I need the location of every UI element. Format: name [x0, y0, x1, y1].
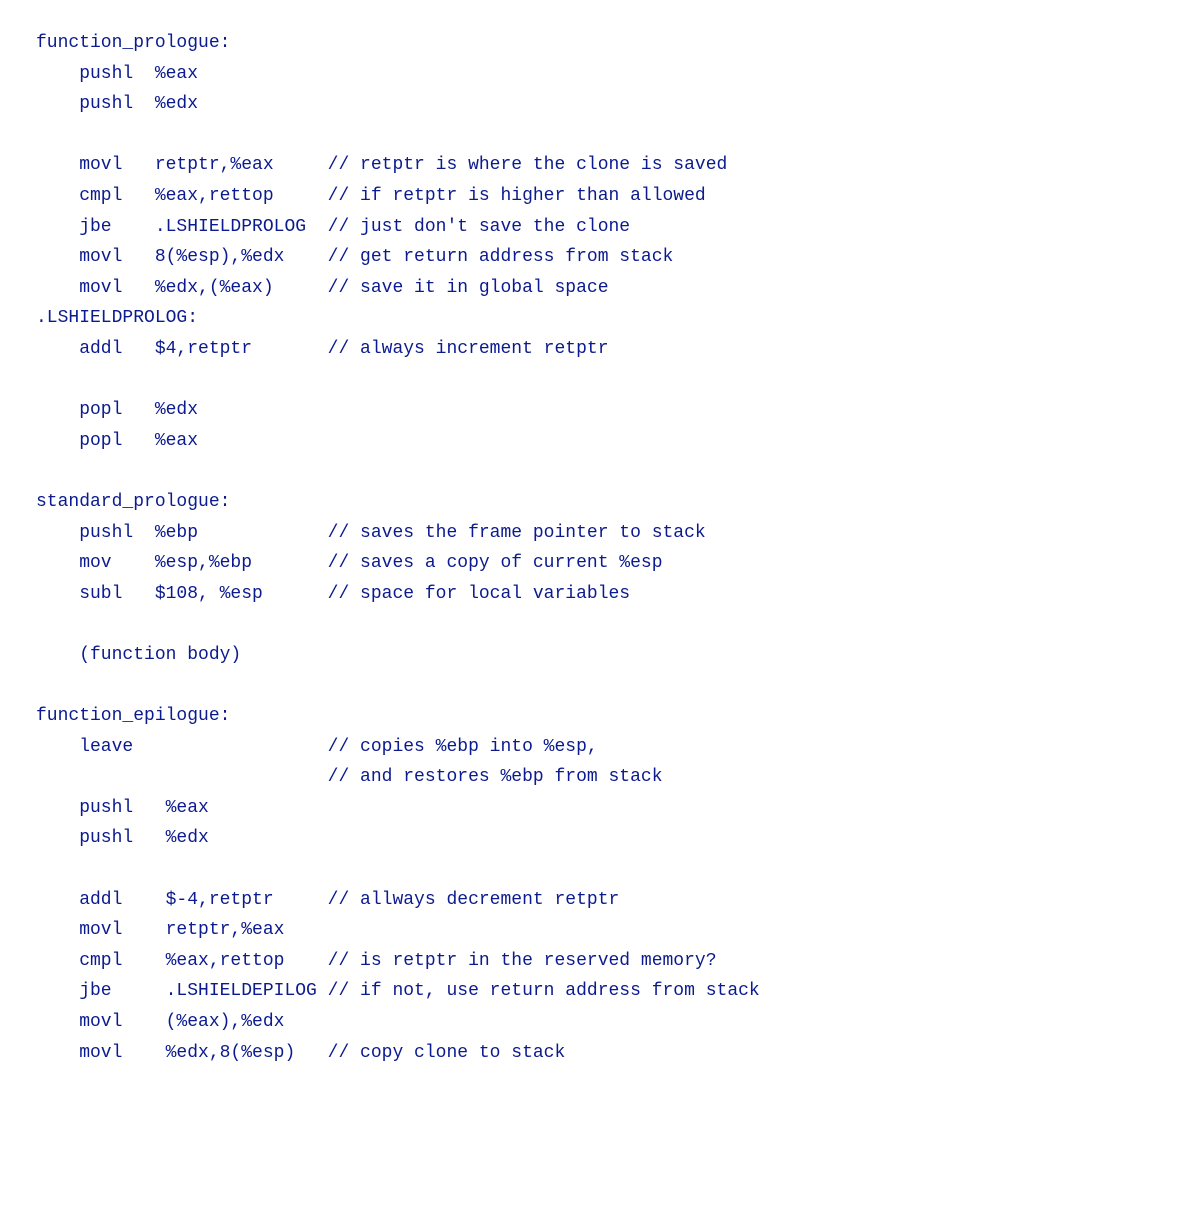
code-line: leave // copies %ebp into %esp, — [36, 732, 1154, 763]
code-line: addl $-4,retptr // allways decrement ret… — [36, 885, 1154, 916]
code-line: mov %esp,%ebp // saves a copy of current… — [36, 548, 1154, 579]
code-line: function_epilogue: — [36, 701, 1154, 732]
code-line: pushl %ebp // saves the frame pointer to… — [36, 518, 1154, 549]
code-line — [36, 609, 1154, 640]
code-line: movl (%eax),%edx — [36, 1007, 1154, 1038]
code-line: movl retptr,%eax // retptr is where the … — [36, 150, 1154, 181]
code-line: movl 8(%esp),%edx // get return address … — [36, 242, 1154, 273]
code-line: popl %eax — [36, 426, 1154, 457]
code-line: (function body) — [36, 640, 1154, 671]
code-line: jbe .LSHIELDEPILOG // if not, use return… — [36, 976, 1154, 1007]
code-line: cmpl %eax,rettop // if retptr is higher … — [36, 181, 1154, 212]
code-line: movl %edx,8(%esp) // copy clone to stack — [36, 1038, 1154, 1069]
code-line: function_prologue: — [36, 28, 1154, 59]
code-line: jbe .LSHIELDPROLOG // just don't save th… — [36, 212, 1154, 243]
assembly-listing: function_prologue: pushl %eax pushl %edx… — [36, 28, 1154, 1068]
code-line — [36, 670, 1154, 701]
code-line: pushl %edx — [36, 823, 1154, 854]
code-line: cmpl %eax,rettop // is retptr in the res… — [36, 946, 1154, 977]
code-line: pushl %eax — [36, 793, 1154, 824]
code-line: popl %edx — [36, 395, 1154, 426]
code-line: addl $4,retptr // always increment retpt… — [36, 334, 1154, 365]
code-line: // and restores %ebp from stack — [36, 762, 1154, 793]
code-line: .LSHIELDPROLOG: — [36, 303, 1154, 334]
code-line: movl retptr,%eax — [36, 915, 1154, 946]
code-line: subl $108, %esp // space for local varia… — [36, 579, 1154, 610]
code-line: pushl %edx — [36, 89, 1154, 120]
code-line: movl %edx,(%eax) // save it in global sp… — [36, 273, 1154, 304]
code-line — [36, 854, 1154, 885]
code-line: pushl %eax — [36, 59, 1154, 90]
code-line — [36, 120, 1154, 151]
code-line — [36, 456, 1154, 487]
code-line — [36, 365, 1154, 396]
code-line: standard_prologue: — [36, 487, 1154, 518]
